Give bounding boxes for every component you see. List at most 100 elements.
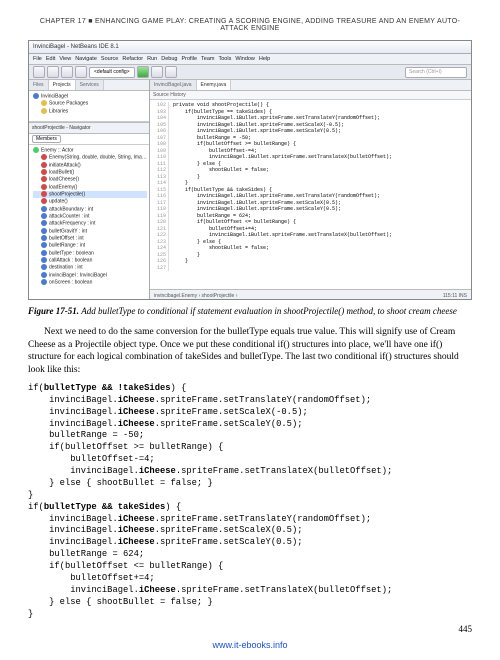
navigator-node[interactable]: Enemy(String, double, double, String, Im…	[33, 154, 147, 161]
menu-run[interactable]: Run	[147, 56, 157, 62]
navigator-node[interactable]: initiateAttack()	[33, 162, 147, 169]
tab-projects[interactable]: Projects	[49, 80, 76, 90]
menu-window[interactable]: Window	[235, 56, 255, 62]
code-text: }	[173, 174, 200, 180]
navigator-label: Enemy(String, double, double, String, Im…	[49, 155, 147, 161]
navigator-node[interactable]: loadCheese()	[33, 176, 147, 183]
code-text: if(bulletOffset <= bulletRange) {	[173, 219, 296, 225]
ide-titlebar: InvinciBagel - NetBeans IDE 8.1	[29, 41, 471, 54]
toolbar-button[interactable]	[47, 66, 59, 78]
code-text: shootBullet = false;	[173, 245, 269, 251]
toolbar-button[interactable]	[75, 66, 87, 78]
member-icon	[41, 206, 47, 212]
menu-profile[interactable]: Profile	[181, 56, 197, 62]
status-right: 115:11 INS	[443, 293, 467, 299]
ide-toolbar: <default config> Search (Ctrl+I)	[29, 65, 471, 80]
editor-tab[interactable]: InvinciBagel.java	[150, 80, 197, 90]
navigator-node[interactable]: bulletGravitY : int	[33, 228, 147, 235]
menu-source[interactable]: Source	[101, 56, 118, 62]
navigator-node[interactable]: attackCounter : int	[33, 213, 147, 220]
figure-caption: Figure 17-51. Add bulletType to conditio…	[28, 306, 472, 318]
navigator-label: bulletRange : int	[49, 243, 85, 249]
code-editor[interactable]: 102private void shootProjectile() {103 i…	[150, 100, 471, 289]
navigator-node[interactable]: update()	[33, 198, 147, 205]
toolbar-button[interactable]	[33, 66, 45, 78]
project-tree[interactable]: InvinciBagel Source Packages Libraries	[29, 91, 149, 122]
toolbar-button[interactable]	[61, 66, 73, 78]
code-text: }	[173, 180, 188, 186]
menu-edit[interactable]: Edit	[46, 56, 55, 62]
menu-debug[interactable]: Debug	[161, 56, 177, 62]
navigator-node[interactable]: attackBoundary : int	[33, 206, 147, 213]
code-text: bulletOffset-=4;	[173, 148, 257, 154]
project-icon	[33, 93, 39, 99]
member-icon	[41, 220, 47, 226]
tab-services[interactable]: Services	[76, 80, 104, 90]
member-icon	[41, 184, 47, 190]
menu-team[interactable]: Team	[201, 56, 214, 62]
navigator-node[interactable]: loadBullet()	[33, 169, 147, 176]
navigator-node[interactable]: callAttack : boolean	[33, 257, 147, 264]
editor-tab-active[interactable]: Enemy.java	[197, 80, 232, 90]
editor-tabrow: InvinciBagel.java Enemy.java	[150, 80, 471, 91]
menu-refactor[interactable]: Refactor	[122, 56, 143, 62]
menu-tools[interactable]: Tools	[219, 56, 232, 62]
run-button[interactable]	[137, 66, 149, 78]
member-icon	[41, 272, 47, 278]
navigator-tree[interactable]: Enemy :: ActorEnemy(String, double, doub…	[29, 145, 149, 300]
code-text: invinciBagel.iBullet.spriteFrame.setTran…	[173, 193, 380, 199]
code-text: if(bulletOffset >= bulletRange) {	[173, 141, 296, 147]
tree-node[interactable]: Libraries	[49, 108, 68, 114]
navigator-label: bulletGravitY : int	[49, 228, 87, 234]
navigator-node[interactable]: Enemy :: Actor	[33, 147, 147, 154]
menu-navigate[interactable]: Navigate	[75, 56, 97, 62]
code-text: bulletOffset+=4;	[173, 226, 257, 232]
navigator-node[interactable]: attackFrequency : int	[33, 220, 147, 227]
navigator-label: loadEnemy()	[49, 184, 77, 190]
config-dropdown[interactable]: <default config>	[89, 67, 135, 78]
member-icon	[41, 250, 47, 256]
navigator-node[interactable]: invinciBagel : InvinciBagel	[33, 272, 147, 279]
status-left: invincibagel.Enemy › shootProjectile ›	[154, 293, 237, 299]
navigator-node[interactable]: bulletType : boolean	[33, 250, 147, 257]
navigator-node[interactable]: bulletOffset : int	[33, 235, 147, 242]
toolbar-button[interactable]	[151, 66, 163, 78]
code-text: bulletRange = 624;	[173, 213, 251, 219]
navigator-node[interactable]: onScreen : boolean	[33, 279, 147, 286]
toolbar-button[interactable]	[165, 66, 177, 78]
code-block: if(bulletType && !takeSides) { invinciBa…	[28, 383, 472, 621]
navigator-title: shootProjectile - Navigator	[29, 122, 149, 134]
navigator-label: attackCounter : int	[49, 213, 90, 219]
tree-node[interactable]: Source Packages	[49, 101, 88, 107]
footer-link[interactable]: www.it-ebooks.info	[28, 640, 472, 650]
code-text: invinciBagel.iBullet.spriteFrame.setScal…	[173, 128, 341, 134]
tab-files[interactable]: Files	[29, 80, 49, 90]
navigator-node[interactable]: loadEnemy()	[33, 184, 147, 191]
navigator-node[interactable]: bulletRange : int	[33, 242, 147, 249]
member-icon	[41, 154, 47, 160]
navigator-node[interactable]: destination : int	[33, 264, 147, 271]
member-icon	[41, 176, 47, 182]
tree-node[interactable]: InvinciBagel	[41, 93, 68, 99]
menu-view[interactable]: View	[59, 56, 71, 62]
navigator-label: invinciBagel : InvinciBagel	[49, 272, 107, 278]
member-icon	[41, 279, 47, 285]
member-icon	[41, 242, 47, 248]
navigator-filter[interactable]: Members	[32, 135, 61, 143]
search-input[interactable]: Search (Ctrl+I)	[405, 67, 467, 78]
code-text: private void shootProjectile() {	[173, 102, 269, 108]
menu-help[interactable]: Help	[259, 56, 270, 62]
code-line[interactable]: 127	[152, 265, 469, 272]
code-text: invinciBagel.iBullet.spriteFrame.setScal…	[173, 122, 344, 128]
menu-file[interactable]: File	[33, 56, 42, 62]
line-number: 127	[152, 265, 169, 272]
navigator-label: bulletOffset : int	[49, 235, 84, 241]
ide-right-pane: InvinciBagel.java Enemy.java Source Hist…	[150, 80, 471, 300]
member-icon	[41, 264, 47, 270]
ide-title: InvinciBagel - NetBeans IDE 8.1	[33, 44, 119, 50]
left-tabrow: Files Projects Services	[29, 80, 149, 91]
navigator-node[interactable]: shootProjectile()	[33, 191, 147, 198]
ide-left-pane: Files Projects Services InvinciBagel Sou…	[29, 80, 150, 300]
code-text: invinciBagel.iBullet.spriteFrame.setScal…	[173, 206, 341, 212]
page-number: 445	[28, 624, 472, 634]
